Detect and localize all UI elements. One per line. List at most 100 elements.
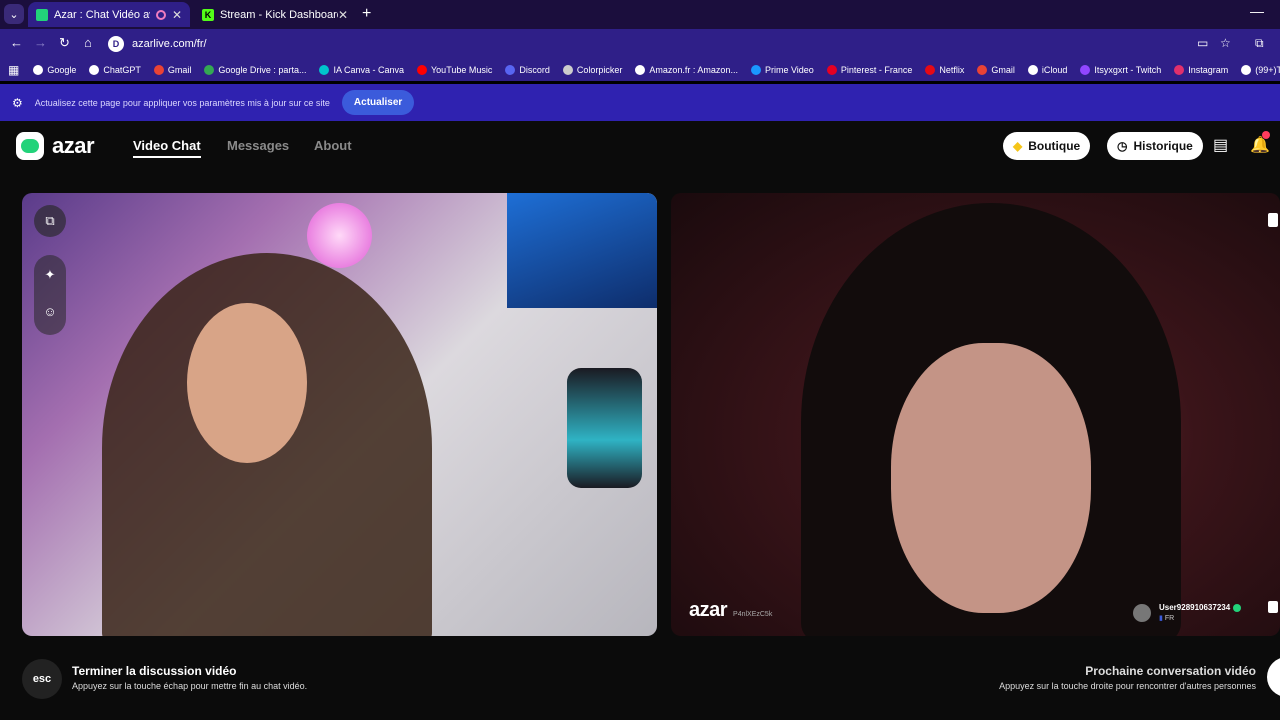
remote-username: User928910637234	[1159, 603, 1231, 612]
bookmark-item[interactable]: YouTube Music	[417, 65, 492, 75]
remote-user-chip[interactable]: User928910637234 ▮ FR	[1133, 603, 1242, 622]
bookmark-item[interactable]: Netflix	[925, 65, 964, 75]
minimize-window-icon[interactable]: —	[1250, 3, 1264, 19]
mushroom-lamp	[307, 203, 372, 268]
bookmark-favicon-icon	[319, 65, 330, 75]
end-chat-hint: Appuyez sur la touche échap pour mettre …	[72, 681, 308, 691]
tab-kick-dashboard[interactable]: K Stream - Kick Dashboard ✕	[194, 2, 356, 27]
bookmark-favicon-icon	[204, 65, 215, 75]
next-chat-title: Prochaine conversation vidéo	[1085, 664, 1256, 678]
bookmark-item[interactable]: Amazon.fr : Amazon...	[635, 65, 738, 75]
next-chat-button[interactable]	[1267, 657, 1280, 697]
bookmark-favicon-icon	[977, 65, 988, 75]
microphone	[567, 368, 642, 488]
next-chat-hint: Appuyez sur la touche droite pour rencon…	[999, 681, 1256, 691]
url-text: azarlive.com/fr/	[132, 38, 207, 50]
reload-icon[interactable]: ↻	[59, 35, 70, 51]
bookmark-label: Itsyxgxrt - Twitch	[1094, 65, 1162, 75]
tab-title: Azar : Chat Vidéo avec de n	[54, 8, 150, 21]
bookmark-item[interactable]: Google Drive : parta...	[204, 65, 306, 75]
nav-about[interactable]: About	[314, 138, 352, 153]
back-arrow-icon[interactable]: ←	[10, 35, 23, 50]
bookmark-item[interactable]: Gmail	[977, 65, 1015, 75]
bookmark-favicon-icon	[89, 65, 100, 75]
bookmark-item[interactable]: Gmail	[153, 65, 192, 75]
kick-favicon-icon: K	[202, 8, 214, 21]
bookmark-item[interactable]: Instagram	[1174, 65, 1228, 75]
nav-messages[interactable]: Messages	[227, 138, 289, 153]
bookmark-label: IA Canva - Canva	[333, 65, 404, 75]
end-chat-button[interactable]: esc	[22, 659, 62, 699]
recording-indicator-icon	[155, 9, 166, 20]
background-monitor	[507, 193, 657, 308]
remote-video: azar P4nlXEzC5k User928910637234 ▮ FR	[671, 193, 1280, 636]
magic-wand-icon[interactable]: ✦	[34, 259, 66, 291]
watermark-id: P4nlXEzC5k	[733, 611, 773, 618]
gear-icon: ⚙	[12, 95, 23, 110]
swap-camera-icon[interactable]: ⧉	[34, 205, 66, 237]
azar-watermark: azar P4nlXEzC5k	[689, 599, 772, 622]
bookmark-label: Gmail	[991, 65, 1015, 75]
bookmark-favicon-icon	[1174, 65, 1185, 75]
bookmark-item[interactable]: Discord	[505, 65, 550, 75]
settings-update-banner: ⚙ Actualisez cette page pour appliquer v…	[0, 84, 1280, 121]
bookmark-favicon-icon	[1241, 65, 1252, 75]
extensions-icon[interactable]: ⧉	[1255, 36, 1264, 51]
bookmark-item[interactable]: Itsyxgxrt - Twitch	[1080, 65, 1161, 75]
cast-icon[interactable]: ▭	[1197, 36, 1208, 50]
azar-logo-icon	[16, 132, 44, 160]
bookmark-favicon-icon	[925, 65, 936, 75]
chat-bubble-icon[interactable]	[1268, 601, 1278, 613]
face-filter-icon[interactable]: ☺	[34, 295, 66, 327]
new-tab-icon[interactable]: +	[362, 5, 371, 23]
shop-button[interactable]: ◆ Boutique	[1003, 132, 1091, 160]
home-icon[interactable]: ⌂	[84, 35, 92, 50]
nav-video-chat[interactable]: Video Chat	[133, 138, 201, 158]
local-video: ⧉ ✦ ☺	[22, 193, 657, 636]
bookmark-item[interactable]: Google	[33, 65, 76, 75]
remote-face	[891, 343, 1091, 613]
bookmark-favicon-icon	[505, 65, 516, 75]
bookmark-label: YouTube Music	[431, 65, 493, 75]
azar-logo[interactable]: azar	[16, 132, 95, 160]
bookmark-item[interactable]: iCloud	[1027, 65, 1068, 75]
bookmark-favicon-icon	[1080, 65, 1091, 75]
address-bar: ← → ↻ ⌂ D azarlive.com/fr/ ▭ ☆ ⧉	[0, 29, 1280, 59]
history-label: Historique	[1133, 139, 1193, 153]
bookmark-item[interactable]: ChatGPT	[89, 65, 141, 75]
report-icon[interactable]	[1268, 213, 1278, 227]
bookmark-label: Amazon.fr : Amazon...	[649, 65, 738, 75]
tab-search-menu-icon[interactable]: ⌄	[4, 4, 24, 24]
bookmark-label: Google Drive : parta...	[218, 65, 307, 75]
bookmark-item[interactable]: IA Canva - Canva	[319, 65, 404, 75]
shop-label: Boutique	[1028, 139, 1081, 153]
logo-wordmark: azar	[52, 133, 95, 158]
close-tab-icon[interactable]: ✕	[172, 8, 182, 22]
apps-grid-icon[interactable]: ▦	[8, 63, 19, 77]
bookmark-star-icon[interactable]: ☆	[1220, 36, 1231, 50]
bookmark-item[interactable]: Colorpicker	[562, 65, 622, 75]
bookmark-label: Gmail	[167, 65, 192, 75]
inbox-icon[interactable]: ▤	[1213, 135, 1228, 155]
bookmark-label: Prime Video	[764, 65, 814, 75]
azar-app: azar Video Chat Messages About ◆ Boutiqu…	[0, 121, 1280, 720]
url-field[interactable]: D azarlive.com/fr/	[108, 33, 1248, 55]
bookmark-item[interactable]: Pinterest - France	[826, 65, 912, 75]
reload-page-button[interactable]: Actualiser	[341, 90, 415, 115]
clock-icon: ◷	[1117, 139, 1128, 153]
bookmark-item[interactable]: (99+)TikTok - Make...	[1241, 65, 1280, 75]
bookmark-favicon-icon	[635, 65, 646, 75]
bookmark-label: Netflix	[939, 65, 965, 75]
tab-azar[interactable]: Azar : Chat Vidéo avec de n ✕	[28, 2, 190, 27]
bookmark-favicon-icon	[33, 65, 44, 75]
bookmark-favicon-icon	[1027, 65, 1038, 75]
history-button[interactable]: ◷ Historique	[1107, 132, 1203, 160]
bookmark-item[interactable]: Prime Video	[750, 65, 814, 75]
site-info-icon[interactable]: D	[108, 36, 124, 52]
end-chat-title: Terminer la discussion vidéo	[72, 664, 237, 678]
bookmark-label: iCloud	[1041, 65, 1068, 75]
avatar	[1133, 603, 1151, 622]
close-tab-icon[interactable]: ✕	[338, 8, 348, 22]
bookmarks-bar: ▦ Google ChatGPT Gmail Google Drive : parta…	[0, 59, 1280, 81]
forward-arrow-icon[interactable]: →	[34, 35, 47, 50]
